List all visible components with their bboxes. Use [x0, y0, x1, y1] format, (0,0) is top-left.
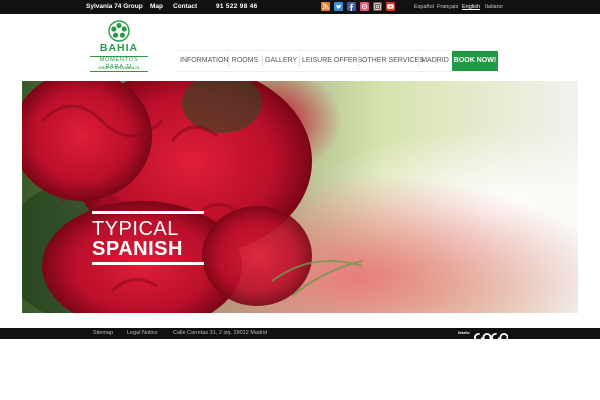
coco-logo[interactable] — [474, 329, 509, 342]
footer-bar — [0, 328, 600, 339]
nav-divider-bottom — [176, 71, 500, 72]
twitter-icon[interactable] — [334, 2, 343, 11]
lang-es[interactable]: Español — [414, 3, 434, 11]
nav-madrid[interactable]: MADRID — [421, 51, 449, 71]
hero-line-1: TYPICAL — [92, 218, 179, 240]
nav-separator — [228, 55, 229, 67]
logo-group: GRUPO SYLVANIA74 — [98, 66, 140, 70]
phone-number: 91 522 98 46 — [216, 3, 258, 10]
instagram-icon[interactable] — [373, 2, 382, 11]
nav-gallery[interactable]: GALLERY — [265, 51, 297, 71]
hero-title: TYPICAL SPANISH — [92, 211, 204, 265]
nav-information[interactable]: INFORMATION — [180, 51, 228, 71]
lang-en[interactable]: English — [462, 3, 480, 11]
footer-sitemap-link[interactable]: Sitemap — [93, 329, 113, 338]
map-link[interactable]: Map — [150, 2, 163, 11]
carnation-photo — [22, 81, 578, 313]
nav-separator — [418, 55, 419, 67]
rss-icon[interactable] — [321, 2, 330, 11]
hotel-logo[interactable]: BAHIA MOMENTOS PARA TI GRUPO SYLVANIA74 — [90, 20, 148, 74]
coco-logo-icon — [474, 333, 509, 342]
foursquare-icon[interactable] — [360, 2, 369, 11]
design-credit-label: Diseño — [458, 331, 470, 335]
hero-line-2: SPANISH — [92, 238, 183, 260]
youtube-icon[interactable] — [386, 2, 395, 11]
lang-fr[interactable]: Français — [437, 3, 458, 11]
footer-address: Calle Carretas 31, 2 izq. 28012 Madrid — [173, 330, 268, 336]
hero-rule-bottom — [92, 262, 204, 265]
nav-separator — [262, 55, 263, 67]
hero-rule-top — [92, 211, 204, 214]
nav-leisure-offers[interactable]: LEISURE OFFERS — [302, 51, 362, 71]
facebook-icon[interactable] — [347, 2, 356, 11]
nav-separator — [299, 55, 300, 67]
nav-separator — [358, 55, 359, 67]
logo-emblem-icon — [108, 20, 130, 42]
lang-it[interactable]: Italiano — [485, 3, 503, 11]
nav-other-services[interactable]: OTHER SERVICES — [362, 51, 424, 71]
book-now-button[interactable]: BOOK NOW! — [452, 51, 498, 71]
hero-banner: TYPICAL SPANISH — [22, 81, 578, 313]
footer-legal-link[interactable]: Legal Notice — [127, 329, 158, 338]
nav-rooms[interactable]: ROOMS — [231, 51, 259, 71]
contact-link[interactable]: Contact — [173, 2, 197, 11]
group-link[interactable]: Sylvania 74 Group — [86, 2, 143, 11]
logo-name: BAHIA — [99, 42, 139, 54]
